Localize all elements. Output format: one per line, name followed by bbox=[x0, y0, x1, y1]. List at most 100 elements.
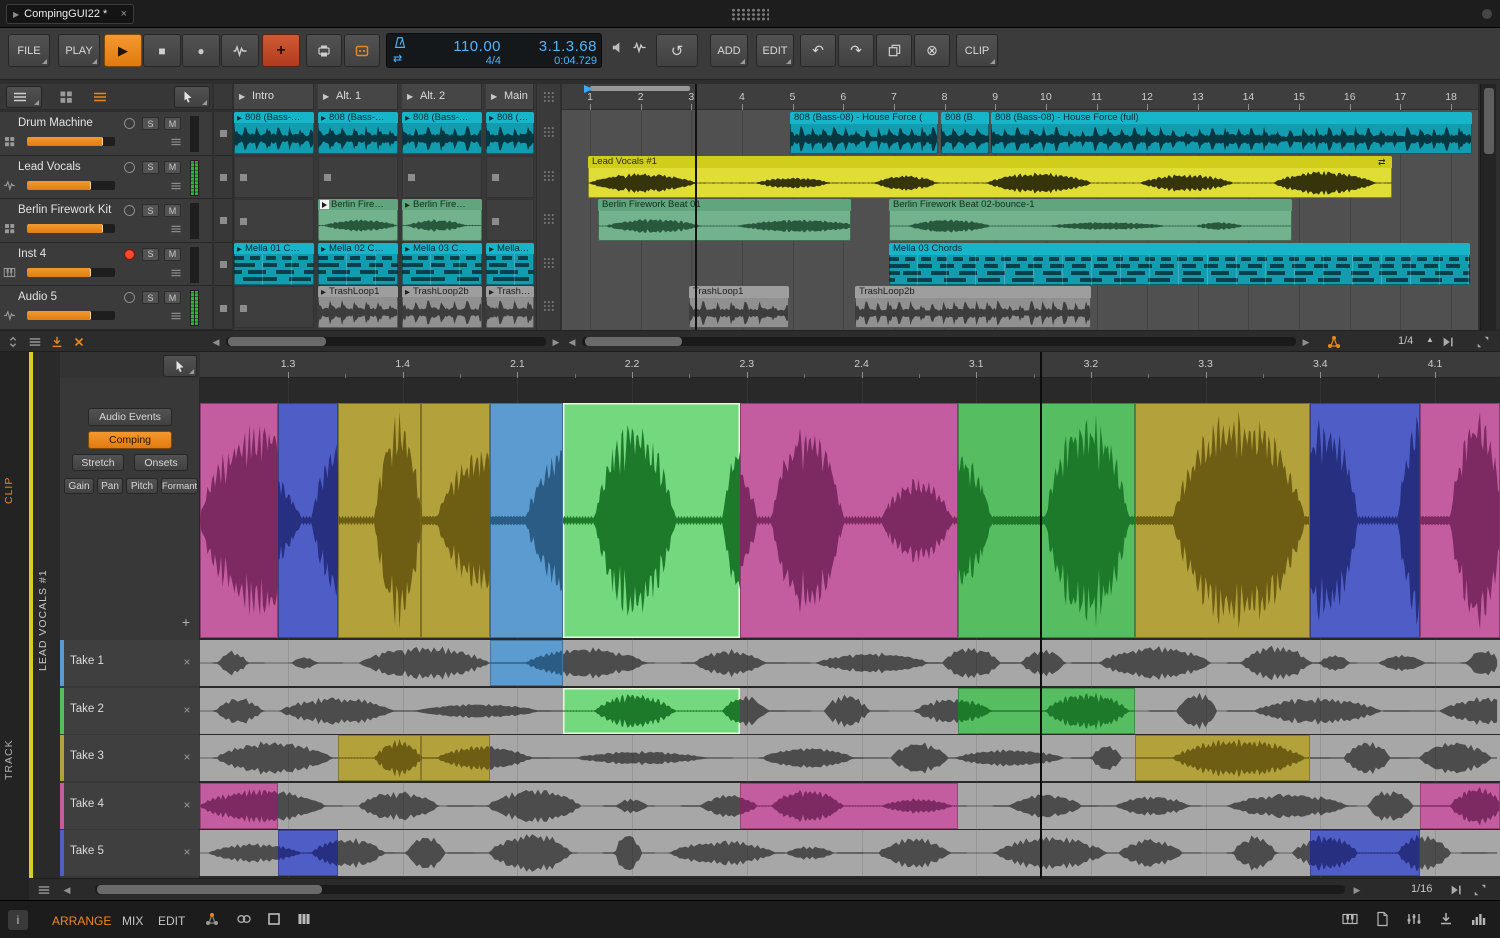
editor-ruler[interactable]: 1.31.42.12.22.32.43.13.23.33.44.1 bbox=[200, 352, 1500, 378]
take-used-region[interactable] bbox=[563, 688, 740, 734]
clip-menu-button[interactable]: CLIP bbox=[956, 34, 998, 67]
take-remove-button[interactable]: × bbox=[180, 703, 194, 717]
take-used-region[interactable] bbox=[958, 688, 1135, 734]
add-lane-button[interactable]: + bbox=[178, 614, 194, 630]
take-lane-header[interactable]: Take 2× bbox=[60, 688, 200, 734]
project-panel-icon[interactable] bbox=[204, 911, 220, 927]
follow-playhead-icon[interactable] bbox=[50, 335, 64, 349]
scene-drag-handle-icon[interactable] bbox=[541, 90, 555, 104]
launcher-empty-slot[interactable] bbox=[234, 156, 314, 198]
comp-segment[interactable] bbox=[338, 403, 421, 638]
track-stop-slot[interactable] bbox=[214, 156, 232, 200]
redo-button[interactable]: ↷ bbox=[838, 34, 874, 67]
tab-clip[interactable]: CLIP bbox=[3, 455, 25, 525]
solo-button[interactable]: S bbox=[142, 204, 159, 217]
row-drag-handle-icon[interactable] bbox=[541, 299, 555, 313]
comp-segment[interactable] bbox=[278, 403, 338, 638]
clip-play-icon[interactable]: ▶ bbox=[321, 245, 329, 254]
launcher-clip[interactable]: ▶Mella 01 C… bbox=[234, 243, 314, 285]
tab-mix[interactable]: MIX bbox=[122, 914, 143, 928]
track-menu-icon[interactable] bbox=[168, 310, 184, 322]
take-remove-button[interactable]: × bbox=[180, 845, 194, 859]
scene-header[interactable]: ▶Alt. 2 bbox=[402, 84, 482, 110]
editor-snap-icon[interactable] bbox=[1449, 883, 1463, 897]
dual-panel-icon[interactable] bbox=[296, 911, 312, 927]
take-remove-button[interactable]: × bbox=[180, 798, 194, 812]
launcher-empty-slot[interactable] bbox=[402, 156, 482, 198]
row-drag-handle-icon[interactable] bbox=[541, 256, 555, 270]
link-icon[interactable] bbox=[236, 911, 252, 927]
launcher-hscroll-thumb[interactable] bbox=[228, 337, 326, 346]
comping-button[interactable]: Comping bbox=[88, 431, 172, 449]
launcher-clip[interactable]: ▶808 (Bass-… bbox=[402, 112, 482, 154]
project-tab[interactable]: ▶ CompingGUI22 * × bbox=[6, 4, 134, 24]
pre-roll-icon[interactable] bbox=[610, 40, 625, 55]
editor-pointer-tool-button[interactable] bbox=[163, 355, 197, 377]
launcher-scroll-left[interactable]: ◀ bbox=[210, 335, 222, 349]
lane-layers-icon[interactable] bbox=[37, 883, 51, 897]
scene-play-icon[interactable]: ▶ bbox=[491, 92, 501, 104]
take-used-region[interactable] bbox=[200, 783, 278, 829]
onsets-button[interactable]: Onsets bbox=[134, 454, 188, 471]
grid-view-icon[interactable] bbox=[58, 89, 74, 105]
mute-button[interactable]: M bbox=[164, 248, 181, 261]
groove-icon[interactable] bbox=[632, 40, 647, 55]
mute-button[interactable]: M bbox=[164, 291, 181, 304]
metronome-icon[interactable] bbox=[393, 36, 407, 50]
take-remove-button[interactable]: × bbox=[180, 750, 194, 764]
transport-play-button[interactable]: ▶ bbox=[104, 34, 142, 67]
launcher-clip[interactable]: ▶808 (Bass-… bbox=[318, 112, 398, 154]
take-used-region[interactable] bbox=[338, 735, 421, 781]
tempo-value[interactable]: 110.00 bbox=[417, 38, 501, 55]
snap-playhead-icon[interactable] bbox=[1441, 335, 1455, 349]
launcher-empty-slot[interactable] bbox=[486, 199, 534, 241]
volume-slider[interactable] bbox=[27, 224, 115, 233]
row-drag-handle-icon[interactable] bbox=[541, 169, 555, 183]
loop-toggle-button[interactable]: ↺ bbox=[656, 34, 698, 67]
arranger-vscrollbar[interactable] bbox=[1480, 84, 1496, 330]
scene-link-icon[interactable] bbox=[1326, 334, 1342, 350]
pan-button[interactable]: Pan bbox=[97, 478, 123, 494]
take-lane-header[interactable]: Take 3× bbox=[60, 735, 200, 781]
transport-display[interactable]: ⇄ 110.00 4/4 3.1.3.68 0:04.729 bbox=[386, 33, 602, 68]
track-header[interactable]: Lead VocalsSM bbox=[0, 156, 212, 200]
row-drag-handle-icon[interactable] bbox=[541, 212, 555, 226]
punch-in-button[interactable] bbox=[306, 34, 342, 67]
arranger-clip[interactable]: TrashLoop2b bbox=[855, 286, 1091, 328]
comp-segment[interactable] bbox=[1420, 403, 1500, 638]
scene-play-icon[interactable]: ▶ bbox=[239, 92, 249, 104]
row-drag-handle-icon[interactable] bbox=[541, 125, 555, 139]
launcher-clip[interactable]: ▶Berlin Fire… bbox=[402, 199, 482, 241]
close-detail-icon[interactable] bbox=[72, 335, 86, 349]
project-close-icon[interactable]: × bbox=[121, 8, 127, 20]
take-lane-header[interactable]: Take 4× bbox=[60, 783, 200, 829]
add-menu-button[interactable]: ADD bbox=[710, 34, 748, 67]
track-menu-icon[interactable] bbox=[168, 180, 184, 192]
timeline-hscroll-thumb[interactable] bbox=[585, 337, 682, 346]
tab-arrange[interactable]: ARRANGE bbox=[52, 914, 111, 928]
record-arm-button[interactable] bbox=[124, 249, 135, 260]
clip-play-icon[interactable]: ▶ bbox=[489, 245, 497, 254]
scene-header[interactable]: ▶Intro bbox=[234, 84, 314, 110]
transport-stop-button[interactable]: ■ bbox=[143, 34, 181, 67]
clip-play-icon[interactable]: ▶ bbox=[321, 288, 329, 297]
arranger-clip[interactable]: Berlin Firework Beat 01 bbox=[598, 199, 851, 241]
launcher-clip[interactable]: ▶808 (… bbox=[486, 112, 534, 154]
launcher-clip[interactable]: ▶808 (Bass-… bbox=[234, 112, 314, 154]
editor-scroll-right[interactable]: ▶ bbox=[1351, 883, 1363, 897]
launcher-clip[interactable]: ▶TrashLoop2b bbox=[402, 286, 482, 328]
take-remove-button[interactable]: × bbox=[180, 655, 194, 669]
launcher-empty-slot[interactable] bbox=[234, 286, 314, 328]
overdub-record-button[interactable]: + bbox=[262, 34, 300, 67]
arranger-clip[interactable]: 808 (Bass-08) - House Force ( bbox=[790, 112, 938, 154]
clip-play-icon[interactable]: ▶ bbox=[405, 201, 413, 210]
arranger-clip[interactable]: Berlin Firework Beat 02-bounce-1 bbox=[889, 199, 1292, 241]
timeline-scroll-right[interactable]: ▶ bbox=[1300, 335, 1312, 349]
take-lane[interactable] bbox=[200, 830, 1500, 876]
timeline-scroll-left[interactable]: ◀ bbox=[566, 335, 578, 349]
launcher-view-menu-button[interactable] bbox=[6, 86, 42, 108]
clip-stretch-icon[interactable]: ⇄ bbox=[1378, 156, 1390, 168]
arranger-clip[interactable]: Mella 03 Chords bbox=[889, 243, 1470, 285]
arranger-timeline[interactable]: 123456789101112131415161718808 (Bass-08)… bbox=[562, 84, 1478, 330]
launcher-clip[interactable]: Berlin Fire… bbox=[318, 199, 398, 241]
